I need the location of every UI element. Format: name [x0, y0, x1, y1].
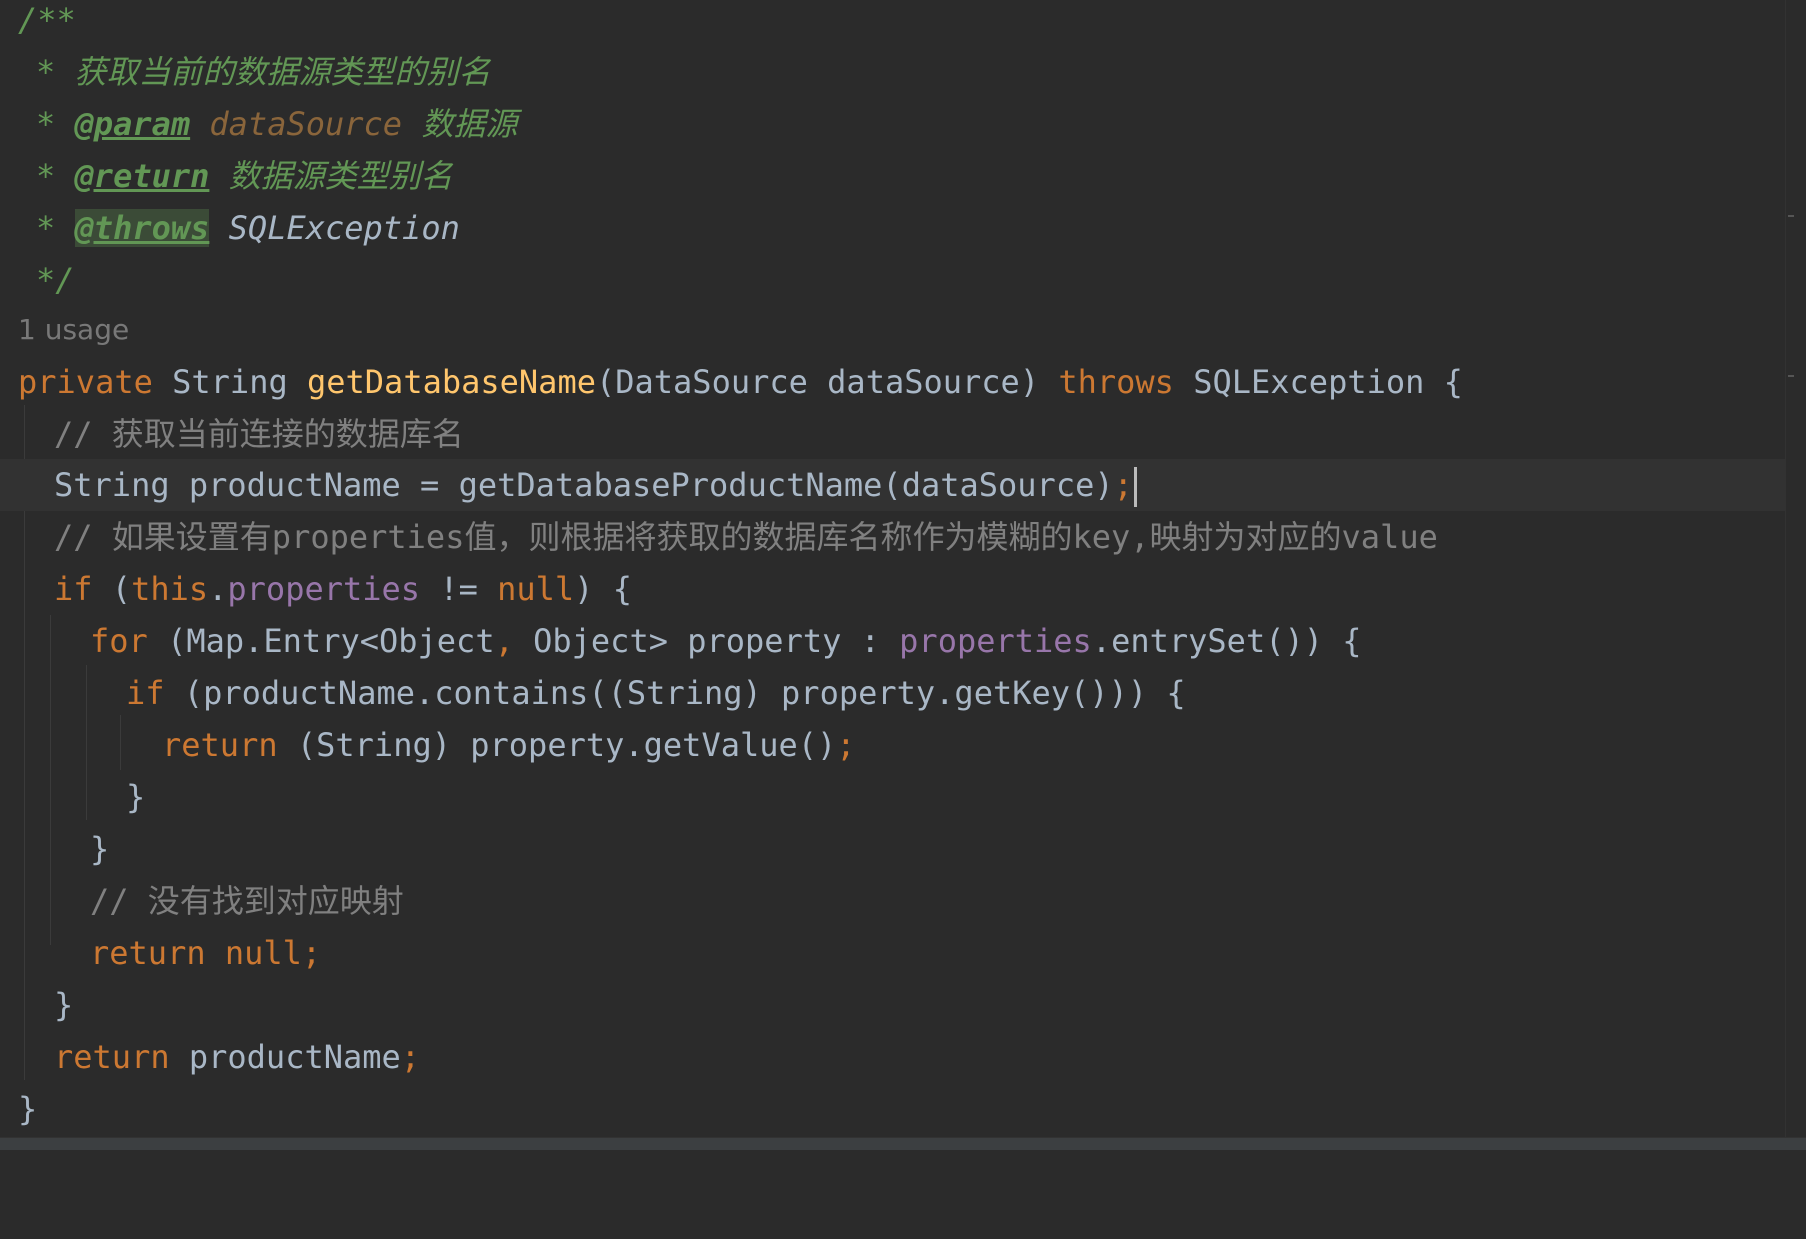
line-comment: // 获取当前连接的数据库名	[54, 408, 464, 460]
exception-type: SQLException {	[1193, 363, 1463, 401]
keyword-return: return	[54, 1038, 170, 1076]
line-comment: // 没有找到对应映射	[90, 875, 404, 927]
code-line[interactable]: }	[0, 979, 1796, 1031]
doc-comment-close: */	[36, 254, 75, 306]
code-line[interactable]: * @return 数据源类型别名	[0, 150, 1796, 202]
doc-star: *	[36, 105, 55, 143]
line-comment: // 如果设置有properties值，则根据将获取的数据库名称作为模糊的key…	[54, 511, 1438, 563]
doc-star: *	[36, 209, 55, 247]
scrollbar-marker	[1788, 215, 1794, 217]
return-value: productName	[170, 1038, 401, 1076]
code-line[interactable]: if (this.properties != null) {	[0, 563, 1796, 615]
vertical-scrollbar[interactable]	[1785, 0, 1796, 1138]
method-name[interactable]: getDatabaseName	[307, 363, 596, 401]
code-line[interactable]: // 没有找到对应映射	[0, 875, 1796, 927]
keyword-if: if	[54, 570, 93, 608]
keyword-return: return	[162, 726, 278, 764]
code-line[interactable]: */	[0, 254, 1796, 306]
code-line[interactable]: }	[0, 823, 1796, 875]
semicolon: ;	[836, 726, 855, 764]
doc-description: 获取当前的数据源类型的别名	[75, 53, 491, 91]
method-params: (DataSource dataSource)	[596, 363, 1039, 401]
closing-brace: }	[18, 1083, 37, 1135]
keyword-throws: throws	[1058, 363, 1174, 401]
semicolon: ;	[401, 1038, 420, 1076]
paren: (	[93, 570, 132, 608]
code-line[interactable]: // 如果设置有properties值，则根据将获取的数据库名称作为模糊的key…	[0, 511, 1796, 563]
semicolon: ;	[302, 934, 321, 972]
code-line[interactable]: private String getDatabaseName(DataSourc…	[0, 356, 1796, 408]
dot: .	[208, 570, 227, 608]
keyword-private: private	[18, 363, 153, 401]
param-description: 数据源	[421, 105, 517, 143]
closing-brace: }	[90, 823, 109, 875]
code-line[interactable]: * @throws SQLException	[0, 202, 1796, 254]
throws-tag[interactable]: @throws	[75, 209, 210, 247]
param-tag[interactable]: @param	[75, 105, 191, 143]
keyword-return-null: return null	[90, 934, 302, 972]
field-properties: properties	[899, 622, 1092, 660]
code-line[interactable]: /**	[0, 0, 1796, 46]
operator: !=	[420, 570, 497, 608]
usage-hint[interactable]: 1 usage	[18, 304, 129, 356]
for-decl-rest: Object> property :	[514, 622, 899, 660]
call-args: (dataSource)	[882, 466, 1113, 504]
code-line[interactable]: * 获取当前的数据源类型的别名	[0, 46, 1796, 98]
code-line[interactable]: return null;	[0, 927, 1796, 979]
scrollbar-marker	[1788, 375, 1794, 377]
keyword-for: for	[90, 622, 148, 660]
code-editor[interactable]: /** * 获取当前的数据源类型的别名 * @param dataSource …	[0, 0, 1796, 1138]
doc-star: *	[36, 157, 55, 195]
comma: ,	[495, 622, 514, 660]
param-name: dataSource	[209, 105, 402, 143]
statement: String productName =	[54, 466, 459, 504]
return-expr: (String) property.getValue()	[278, 726, 837, 764]
paren-brace: ) {	[574, 570, 632, 608]
method-call: getDatabaseProductName	[459, 466, 883, 504]
closing-brace: }	[54, 979, 73, 1031]
semicolon: ;	[1114, 466, 1133, 504]
keyword-null: null	[497, 570, 574, 608]
code-line[interactable]: // 获取当前连接的数据库名	[0, 408, 1796, 460]
doc-comment-open: /**	[18, 0, 76, 46]
text-caret	[1134, 467, 1137, 507]
throws-type: SQLException	[229, 209, 460, 247]
keyword-this: this	[131, 570, 208, 608]
horizontal-scrollbar[interactable]	[0, 1137, 1806, 1150]
condition: (productName.contains((String) property.…	[165, 674, 1186, 712]
code-line[interactable]: return productName;	[0, 1031, 1796, 1083]
field-properties: properties	[227, 570, 420, 608]
entryset-call: .entrySet()) {	[1092, 622, 1362, 660]
code-line[interactable]: for (Map.Entry<Object, Object> property …	[0, 615, 1796, 667]
code-line[interactable]: * @param dataSource 数据源	[0, 98, 1796, 150]
for-decl: (Map.Entry<Object	[148, 622, 495, 660]
keyword-if: if	[126, 674, 165, 712]
doc-star: *	[36, 53, 55, 91]
return-type: String	[172, 363, 288, 401]
code-line[interactable]: }	[0, 1083, 1796, 1135]
code-line[interactable]: return (String) property.getValue();	[0, 719, 1796, 771]
code-line[interactable]: }	[0, 771, 1796, 823]
current-code-line[interactable]: String productName = getDatabaseProductN…	[0, 459, 1796, 511]
code-line[interactable]: if (productName.contains((String) proper…	[0, 667, 1796, 719]
code-line: 1 usage	[0, 304, 1796, 356]
return-description: 数据源类型别名	[229, 157, 453, 195]
return-tag[interactable]: @return	[75, 157, 210, 195]
closing-brace: }	[126, 771, 145, 823]
